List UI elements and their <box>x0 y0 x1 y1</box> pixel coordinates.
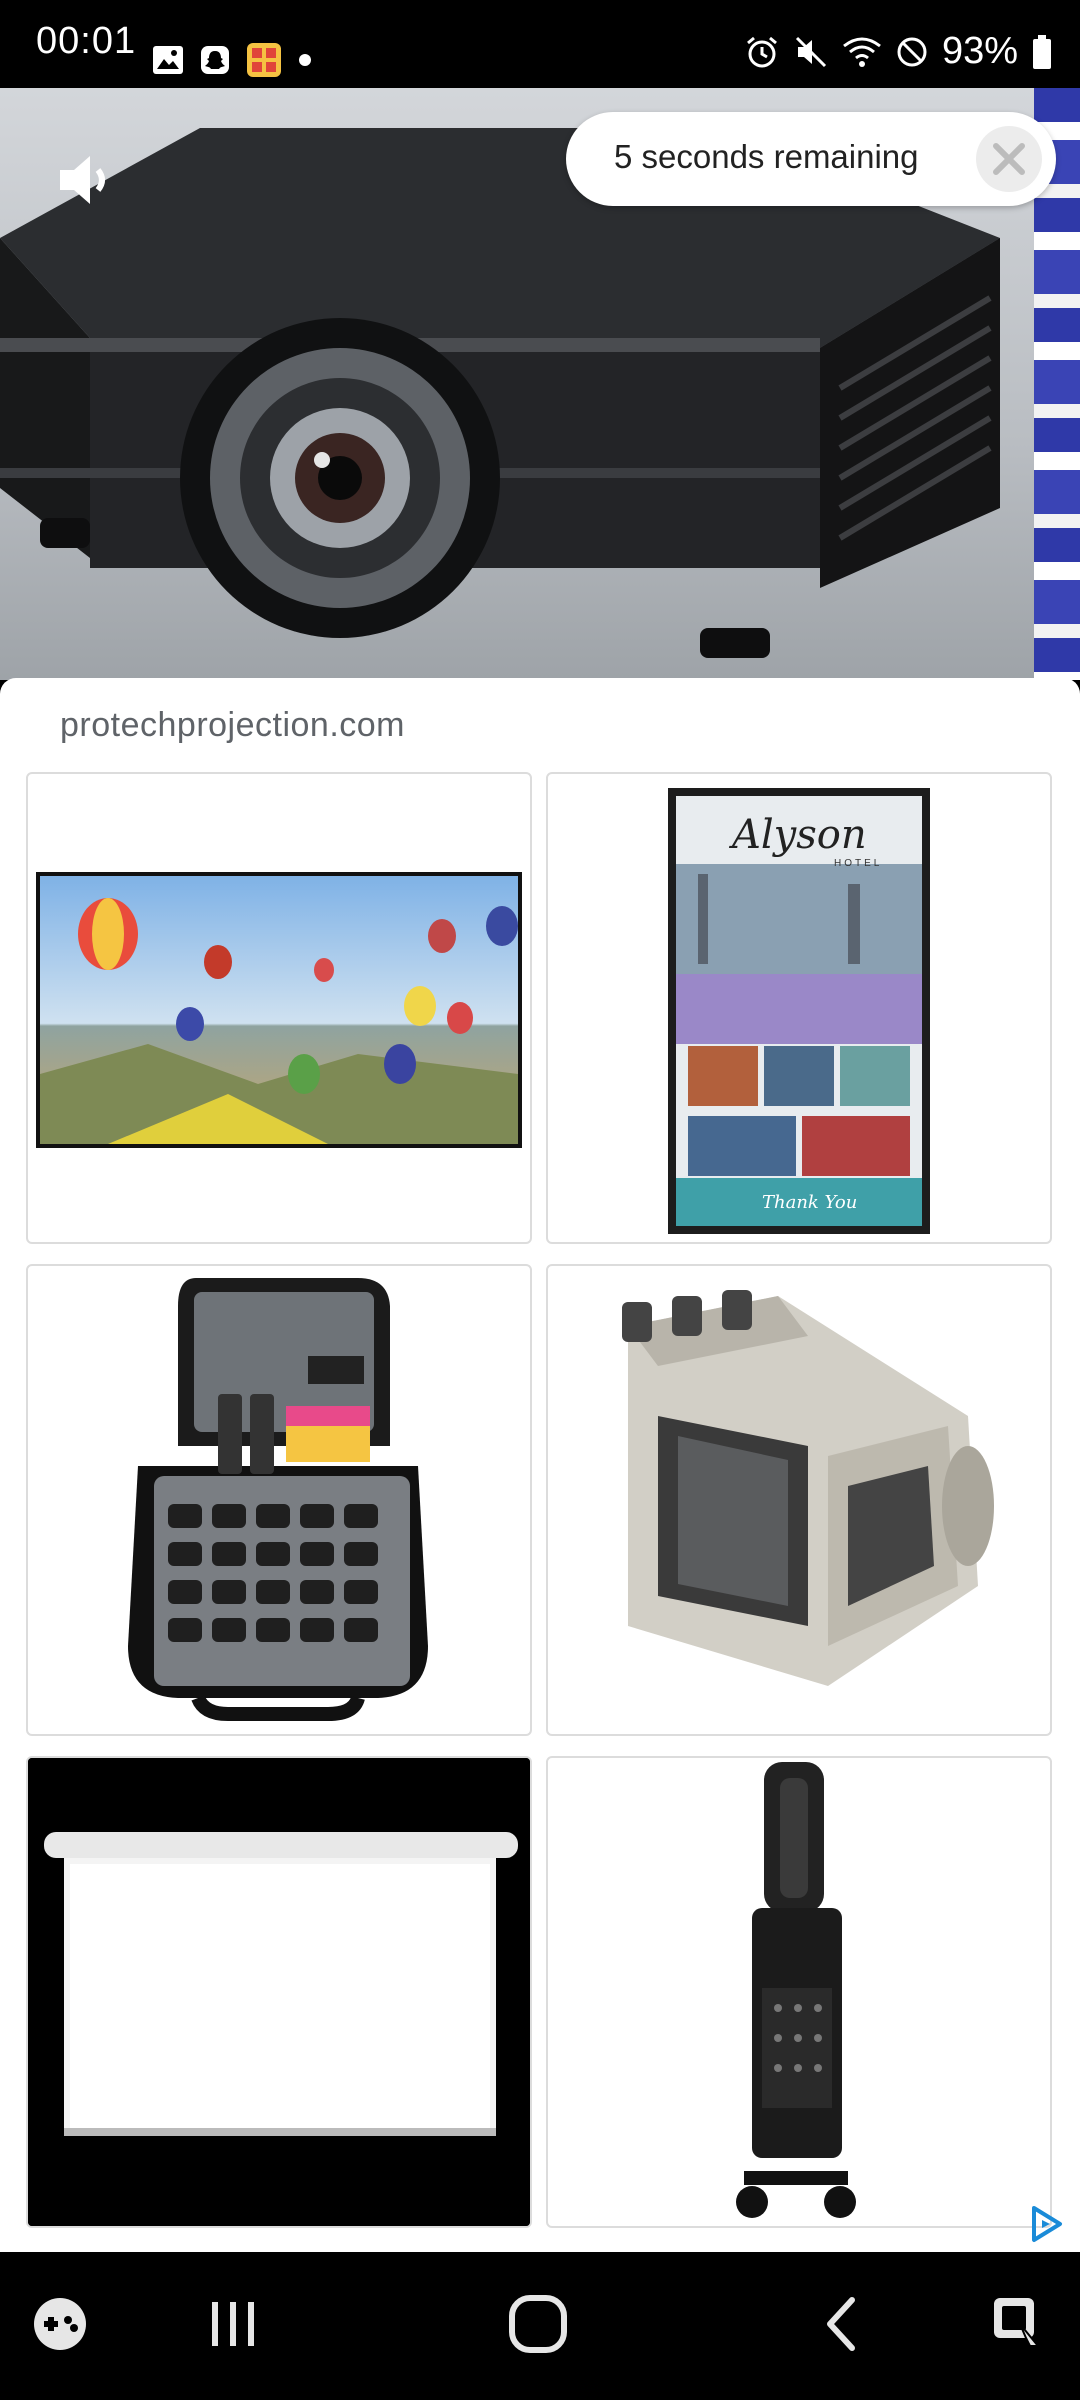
game-app-icon <box>247 43 281 77</box>
status-icons-right: 93% <box>744 30 1052 73</box>
wifi-icon <box>843 37 881 67</box>
product-tile-lamp-module[interactable] <box>546 1264 1052 1736</box>
home-icon[interactable] <box>506 2294 570 2354</box>
do-not-disturb-icon <box>897 37 927 66</box>
product-tile-balloon-screen[interactable] <box>26 772 532 1244</box>
status-bar: 00:01 93% <box>0 0 1080 88</box>
ad-choices-icon[interactable] <box>1026 2204 1066 2244</box>
mute-icon <box>795 36 826 67</box>
keyboard-icon[interactable] <box>990 2294 1050 2354</box>
carry-case-image <box>128 1278 428 1721</box>
recent-apps-icon[interactable] <box>206 2294 262 2354</box>
poster-subtitle: HOTEL <box>834 858 883 869</box>
back-icon[interactable] <box>820 2294 860 2354</box>
lamp-module-image <box>622 1290 994 1686</box>
ad-timer-pill: 5 seconds remaining <box>566 112 1056 206</box>
close-ad-button[interactable] <box>976 126 1042 192</box>
gallery-icon <box>153 46 183 74</box>
battery-icon <box>1033 34 1051 69</box>
system-nav-bar <box>0 2252 1080 2400</box>
ad-timer-text: 5 seconds remaining <box>614 138 919 175</box>
poster-footer: Thank You <box>762 1192 858 1213</box>
poster-title: Alyson <box>732 812 867 858</box>
alarm-icon <box>746 36 777 67</box>
ad-product-card: protechprojection.com Alyson HOTEL Thank… <box>0 678 1080 2252</box>
advertiser-domain[interactable]: protechprojection.com <box>60 706 405 745</box>
status-icons-left <box>152 42 312 78</box>
projection-screen-image <box>28 1758 530 2226</box>
product-tile-projection-screen[interactable] <box>26 1756 532 2228</box>
status-time: 00:01 <box>36 20 137 62</box>
speaker-trolley-image <box>736 1762 856 2218</box>
balloon-display-image <box>36 872 522 1148</box>
close-icon <box>993 143 1025 175</box>
product-tile-hotel-signage[interactable]: Alyson HOTEL Thank You <box>546 772 1052 1244</box>
product-tile-speaker-trolley[interactable] <box>546 1756 1052 2228</box>
product-tile-carry-case[interactable] <box>26 1264 532 1736</box>
game-launcher-icon[interactable] <box>30 2294 90 2354</box>
snapchat-icon <box>201 46 229 74</box>
ad-video-hero[interactable]: 5 seconds remaining <box>0 88 1080 680</box>
sound-on-icon[interactable] <box>56 148 120 212</box>
battery-percent: 93% <box>941 30 1018 72</box>
notification-dot-icon <box>299 54 311 66</box>
